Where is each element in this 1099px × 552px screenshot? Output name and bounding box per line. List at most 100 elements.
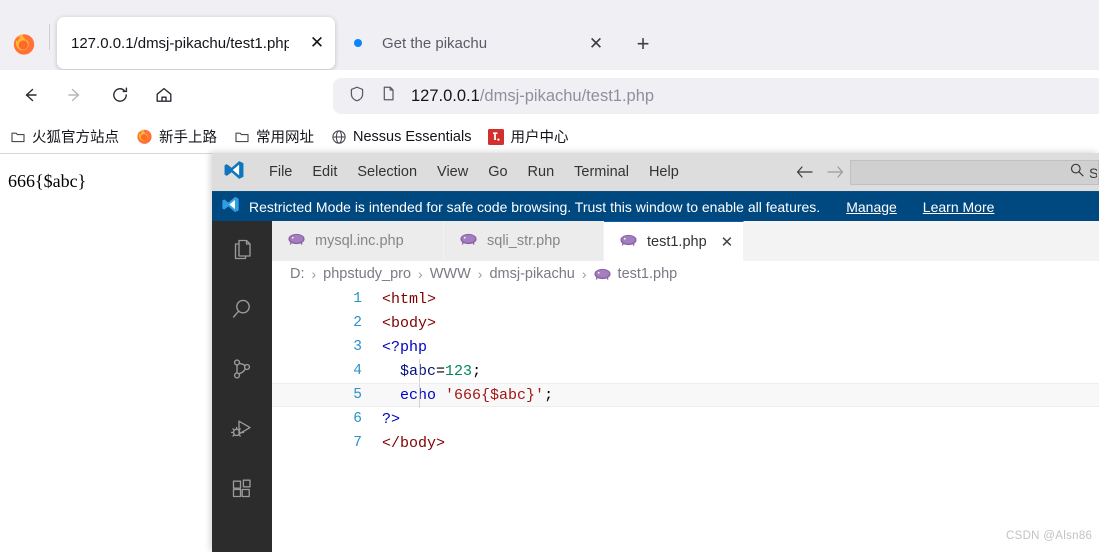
address-bar-url[interactable]: 127.0.0.1/dmsj-pikachu/test1.php [411, 87, 654, 106]
menu-item-file[interactable]: File [259, 161, 302, 183]
vscode-search-value: S [1089, 164, 1097, 181]
page-info-icon[interactable] [380, 85, 397, 107]
code-line-text: $abc=123; [400, 362, 482, 380]
search-icon [229, 296, 255, 327]
shield-icon[interactable] [348, 85, 366, 108]
code-line-current[interactable]: 5 echo '666{$abc}'; [272, 383, 1099, 408]
bookmark-label: 新手上路 [159, 130, 217, 146]
breadcrumb-item-drive[interactable]: D: [290, 266, 305, 282]
code-line[interactable]: 7 </body> [272, 431, 1099, 455]
firefox-icon [136, 128, 153, 145]
code-line-text: <html> [382, 290, 437, 308]
line-number: 1 [353, 291, 362, 307]
learn-more-link[interactable]: Learn More [923, 199, 995, 215]
bookmark-item-common-sites[interactable]: 常用网址 [227, 124, 321, 149]
restricted-mode-message: Restricted Mode is intended for safe cod… [249, 198, 821, 215]
manage-link[interactable]: Manage [846, 199, 897, 215]
code-line-text: </body> [382, 434, 446, 452]
sidebar-item-source-control[interactable] [212, 341, 272, 401]
vscode-logo-icon [221, 195, 240, 219]
code-editor-content[interactable]: 1 <html> 2 <body> 3 <?php 4 $abc=123; 5 … [272, 287, 1099, 552]
line-number: 3 [353, 339, 362, 355]
menu-item-help[interactable]: Help [639, 161, 689, 183]
editor-tab-sqli-str-php[interactable]: sqli_str.php [444, 221, 604, 261]
line-number: 2 [353, 315, 362, 331]
tenable-icon [488, 128, 505, 145]
sidebar-item-run-and-debug[interactable] [212, 401, 272, 461]
vscode-forward-arrow-icon[interactable] [824, 162, 846, 182]
browser-tab-get-the-pikachu[interactable]: Get the pikachu [340, 18, 620, 68]
new-tab-button[interactable]: + [630, 31, 656, 57]
sidebar-item-extensions[interactable] [212, 461, 272, 521]
breadcrumb-item-test1-php[interactable]: test1.php [618, 266, 678, 282]
vscode-activity-bar [212, 221, 272, 552]
editor-tab-label: sqli_str.php [487, 233, 561, 249]
code-line[interactable]: 6 ?> [272, 407, 1099, 431]
bookmark-item-nessus-essentials[interactable]: Nessus Essentials [324, 124, 478, 149]
files-icon [229, 236, 255, 267]
tabstrip-top-edge [0, 0, 1099, 4]
tab-loading-indicator-icon [354, 39, 362, 47]
bookmark-label: 火狐官方站点 [32, 130, 119, 146]
forward-arrow-icon[interactable] [59, 79, 91, 111]
globe-icon [331, 129, 347, 145]
bookmark-item-getting-started[interactable]: 新手上路 [129, 124, 224, 149]
editor-tab-mysql-inc-php[interactable]: mysql.inc.php [272, 221, 444, 261]
code-line[interactable]: 1 <html> [272, 287, 1099, 311]
sidebar-item-search[interactable] [212, 281, 272, 341]
vscode-title-bar: File Edit Selection View Go Run Terminal… [212, 153, 1099, 191]
restricted-mode-banner: Restricted Mode is intended for safe cod… [212, 191, 1099, 221]
browser-tab-close-icon[interactable]: ✕ [585, 33, 607, 55]
breadcrumb-item-dmsj-pikachu[interactable]: dmsj-pikachu [489, 266, 574, 282]
line-number: 7 [353, 435, 362, 451]
line-number: 6 [353, 411, 362, 427]
editor-tab-test1-php[interactable]: test1.php ✕ [604, 221, 744, 261]
dragged-tab-close-icon[interactable]: ✕ [307, 33, 327, 53]
menu-item-run[interactable]: Run [518, 161, 565, 183]
run-debug-icon [229, 416, 255, 447]
dragged-tab-preview[interactable]: 127.0.0.1/dmsj-pikachu/test1.php ✕ [57, 17, 335, 69]
source-control-branch-icon [229, 356, 255, 387]
php-file-icon [593, 268, 611, 280]
editor-tab-close-icon[interactable]: ✕ [721, 233, 734, 251]
code-line[interactable]: 4 $abc=123; [272, 359, 1099, 383]
bookmark-item-firefox-official[interactable]: 火狐官方站点 [3, 124, 126, 149]
php-file-icon [620, 233, 637, 251]
php-file-icon [288, 232, 305, 250]
code-line-text: <body> [382, 314, 437, 332]
bookmarks-bar: 火狐官方站点 新手上路 常用网址 Nessus Essentials 用户中心 [0, 120, 1099, 153]
code-line[interactable]: 3 <?php [272, 335, 1099, 359]
address-bar-host: 127.0.0.1 [411, 86, 480, 105]
bookmark-item-user-center[interactable]: 用户中心 [481, 124, 575, 149]
sidebar-item-explorer[interactable] [212, 221, 272, 281]
vscode-menu-bar: File Edit Selection View Go Run Terminal… [259, 161, 689, 183]
home-icon[interactable] [148, 79, 180, 111]
bookmark-label: 用户中心 [510, 130, 569, 146]
breadcrumb-separator: › [477, 266, 483, 282]
search-icon [1069, 162, 1085, 183]
back-arrow-icon[interactable] [14, 79, 46, 111]
breadcrumb-item-www[interactable]: WWW [430, 266, 471, 282]
address-bar[interactable]: 127.0.0.1/dmsj-pikachu/test1.php [333, 78, 1099, 114]
vscode-logo-icon [223, 159, 245, 186]
reload-icon[interactable] [104, 79, 136, 111]
bookmark-label: 常用网址 [256, 130, 314, 146]
vscode-command-search-input[interactable]: S [850, 160, 1099, 185]
breadcrumb-item-phpstudy-pro[interactable]: phpstudy_pro [323, 266, 411, 282]
code-line[interactable]: 2 <body> [272, 311, 1099, 335]
vscode-editor-group: mysql.inc.php sqli_str.php test1.php ✕ D… [272, 221, 1099, 552]
menu-item-edit[interactable]: Edit [302, 161, 347, 183]
menu-item-selection[interactable]: Selection [347, 161, 427, 183]
browser-tab-strip: 127.0.0.1/dmsj-pikachu/test1.php ✕ Get t… [0, 0, 1099, 70]
address-bar-path: /dmsj-pikachu/test1.php [479, 86, 655, 105]
firefox-logo-icon [12, 32, 36, 56]
code-line-text: <?php [382, 338, 428, 356]
editor-tab-label: mysql.inc.php [315, 233, 404, 249]
folder-icon [10, 129, 26, 145]
watermark: CSDN @Alsn86 [1006, 530, 1093, 542]
page-output-text: 666{$abc} [8, 171, 87, 191]
menu-item-view[interactable]: View [427, 161, 478, 183]
menu-item-terminal[interactable]: Terminal [564, 161, 639, 183]
vscode-back-arrow-icon[interactable] [794, 162, 816, 182]
menu-item-go[interactable]: Go [478, 161, 517, 183]
